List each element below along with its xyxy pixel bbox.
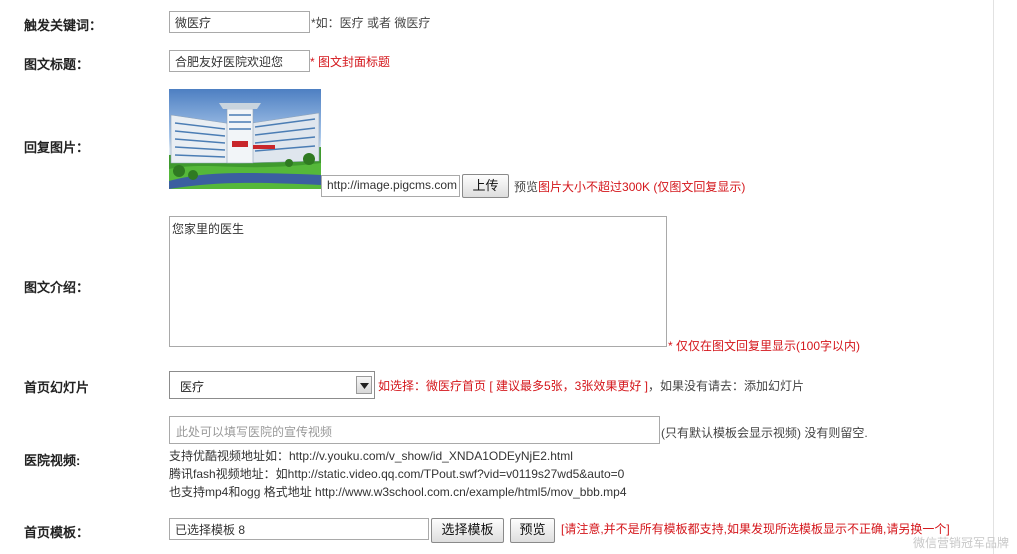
home-slideshow-selected: 医疗	[180, 380, 205, 394]
home-slideshow-hint: 如选择：微医疗首页 [ 建议最多5张，3张效果更好 ]，如果没有请去：添加幻灯片	[378, 377, 804, 394]
home-slideshow-select[interactable]: 医疗	[169, 371, 375, 399]
article-title-input[interactable]: 合肥友好医院欢迎您	[169, 50, 310, 72]
image-preview-link[interactable]: 预览	[514, 180, 538, 194]
reply-image-label: 回复图片：	[24, 140, 90, 155]
hospital-video-side-hint: (只有默认模板会显示视频) 没有则留空.	[661, 426, 868, 440]
home-template-input[interactable]: 已选择模板 8	[169, 518, 429, 540]
home-slideshow-label: 首页幻灯片	[24, 380, 90, 395]
template-warning: [请注意,并不是所有模板都支持,如果发现所选模板显示不正确,请另换一个]	[561, 522, 950, 536]
panel-right-border	[993, 0, 994, 554]
article-intro-label: 图文介绍：	[24, 280, 90, 295]
trigger-keyword-input[interactable]: 微医疗	[169, 11, 310, 33]
article-intro-textarea[interactable]: 您家里的医生	[169, 216, 667, 347]
add-slideshow-link[interactable]: ，如果没有请去：添加幻灯片	[648, 379, 804, 393]
video-support-line: 也支持mp4和ogg 格式地址 http://www.w3school.com.…	[169, 485, 627, 499]
hospital-video-label: 医院视频:	[24, 453, 81, 468]
article-intro-hint: * 仅仅在图文回复里显示(100字以内)	[668, 339, 861, 353]
trigger-keyword-hint: *如：医疗 或者 微医疗	[311, 16, 431, 30]
article-title-hint: * 图文封面标题	[310, 55, 391, 69]
video-support-line: 支持优酷视频地址如：http://v.youku.com/v_show/id_X…	[169, 449, 573, 463]
watermark-text: 微信营销冠军品牌	[912, 536, 1009, 550]
choose-template-button[interactable]: 选择模板	[431, 518, 504, 543]
template-preview-button[interactable]: 预览	[510, 518, 555, 543]
slideshow-suggestion: 如选择：微医疗首页 [ 建议最多5张，3张效果更好 ]	[378, 379, 649, 393]
article-title-label: 图文标题：	[24, 57, 90, 72]
upload-button[interactable]: 上传	[462, 174, 509, 198]
image-size-hint: 图片大小不超过300K (仅图文回复显示)	[538, 180, 746, 194]
home-template-label: 首页模板：	[24, 525, 90, 540]
reply-image-hint: 预览图片大小不超过300K (仅图文回复显示)	[514, 178, 745, 195]
hospital-video-input[interactable]: 此处可以填写医院的宣传视频	[169, 416, 660, 444]
reply-image-thumbnail	[169, 89, 321, 189]
reply-image-url-input[interactable]: http://image.pigcms.com	[321, 175, 460, 197]
dropdown-button[interactable]	[356, 376, 372, 394]
video-support-line: 腾讯fash视频地址：如http://static.video.qq.com/T…	[169, 467, 625, 481]
hospital-building-image	[169, 103, 321, 189]
trigger-keyword-label: 触发关键词：	[24, 18, 103, 33]
chevron-down-icon	[360, 383, 369, 389]
